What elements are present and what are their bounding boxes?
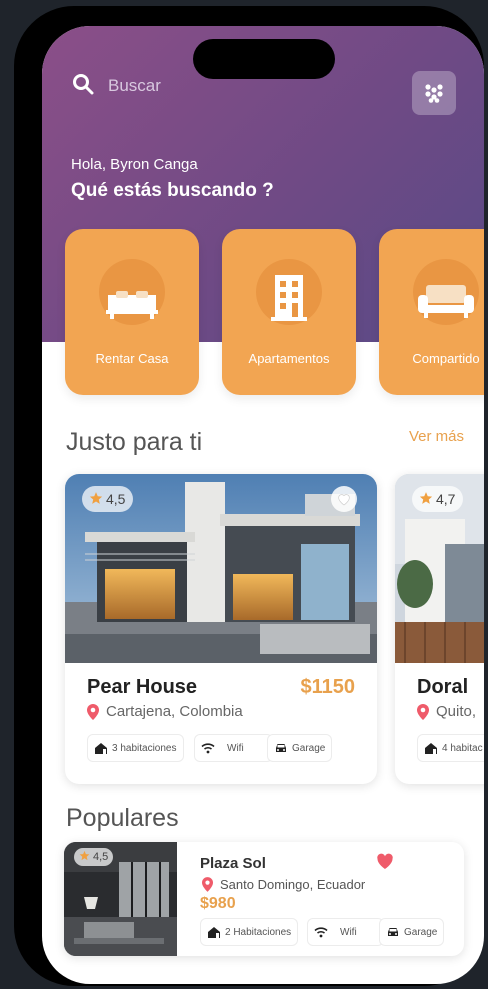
camera-notch — [193, 39, 335, 79]
category-card-rentar-casa[interactable]: Rentar Casa — [65, 229, 199, 395]
house-icon — [208, 926, 220, 938]
wifi-icon — [201, 743, 215, 754]
rating-badge: 4,5 — [82, 486, 134, 512]
favorite-button[interactable] — [376, 853, 394, 875]
amenity-chip-garage: Garage — [379, 918, 445, 946]
popular-card-plaza-sol[interactable]: 4,5 Plaza Sol Santo Domingo, Ecuador $98… — [64, 842, 464, 956]
property-price: $1150 — [300, 676, 355, 698]
grid-dots-icon — [425, 84, 443, 103]
page-title: Qué estás buscando ? — [71, 180, 274, 201]
rating-badge: 4,5 — [74, 848, 114, 866]
star-icon — [419, 491, 433, 508]
property-card-doral[interactable]: 4,7 Doral Quito, 4 habitac — [395, 474, 484, 784]
house-icon — [425, 742, 437, 754]
star-icon — [79, 850, 90, 864]
location-text: Quito, — [436, 703, 477, 720]
rating-value: 4,7 — [436, 491, 456, 507]
location-text: Santo Domingo, Ecuador — [220, 877, 366, 892]
app-screen: Buscar Hola, Byron Canga Qué estás busca… — [42, 26, 484, 984]
see-more-link[interactable]: Ver más — [409, 428, 464, 445]
location-pin-icon — [202, 877, 213, 892]
amenity-chip-rooms: 2 Habitaciones — [200, 918, 299, 946]
category-label: Rentar Casa — [95, 351, 169, 366]
amenity-chip-garage: Garage — [267, 734, 333, 762]
amenity-chip-wifi: Wifi — [194, 734, 273, 762]
section-title-featured: Justo para ti — [66, 428, 203, 456]
property-name: Pear House — [87, 676, 198, 698]
phone-frame: Buscar Hola, Byron Canga Qué estás busca… — [14, 6, 484, 986]
building-icon — [222, 273, 356, 327]
section-title-popular: Populares — [66, 804, 179, 832]
rating-badge: 4,7 — [412, 486, 464, 512]
category-label: Apartamentos — [248, 351, 330, 366]
category-label: Compartido — [412, 351, 480, 366]
bed-icon — [65, 273, 199, 327]
car-icon — [388, 928, 398, 936]
amenity-chip-rooms: 3 habitaciones — [87, 734, 184, 762]
star-icon — [89, 491, 103, 508]
property-price: $980 — [200, 895, 236, 912]
location-pin-icon — [417, 703, 429, 720]
location-text: Cartajena, Colombia — [106, 703, 243, 720]
heart-filled-icon — [377, 853, 393, 869]
property-card-pear-house[interactable]: 4,5 Pear House $1150 Cartajena, Colombia… — [65, 474, 377, 784]
category-card-compartido[interactable]: Compartido — [379, 229, 484, 395]
property-name: Doral — [417, 676, 469, 698]
property-location: Santo Domingo, Ecuador — [202, 877, 365, 892]
car-icon — [276, 744, 286, 752]
favorite-button[interactable] — [331, 486, 357, 512]
search-input[interactable]: Buscar — [108, 76, 161, 96]
rating-value: 4,5 — [93, 851, 109, 863]
wifi-icon — [314, 927, 328, 938]
property-location: Cartajena, Colombia — [87, 703, 243, 720]
sofa-icon — [379, 273, 484, 327]
category-card-apartamentos[interactable]: Apartamentos — [222, 229, 356, 395]
amenity-chip-rooms: 4 habitac — [417, 734, 484, 762]
heart-outline-icon — [338, 494, 350, 506]
rating-value: 4,5 — [106, 491, 126, 507]
property-location: Quito, — [417, 703, 476, 720]
search-icon[interactable] — [72, 73, 94, 100]
search-bar[interactable]: Buscar — [72, 72, 161, 100]
location-pin-icon — [87, 703, 99, 720]
menu-button[interactable] — [412, 71, 456, 115]
property-name: Plaza Sol — [200, 855, 266, 872]
greeting-text: Hola, Byron Canga — [71, 156, 198, 173]
house-icon — [95, 742, 107, 754]
amenity-chip-wifi: Wifi — [307, 918, 384, 946]
